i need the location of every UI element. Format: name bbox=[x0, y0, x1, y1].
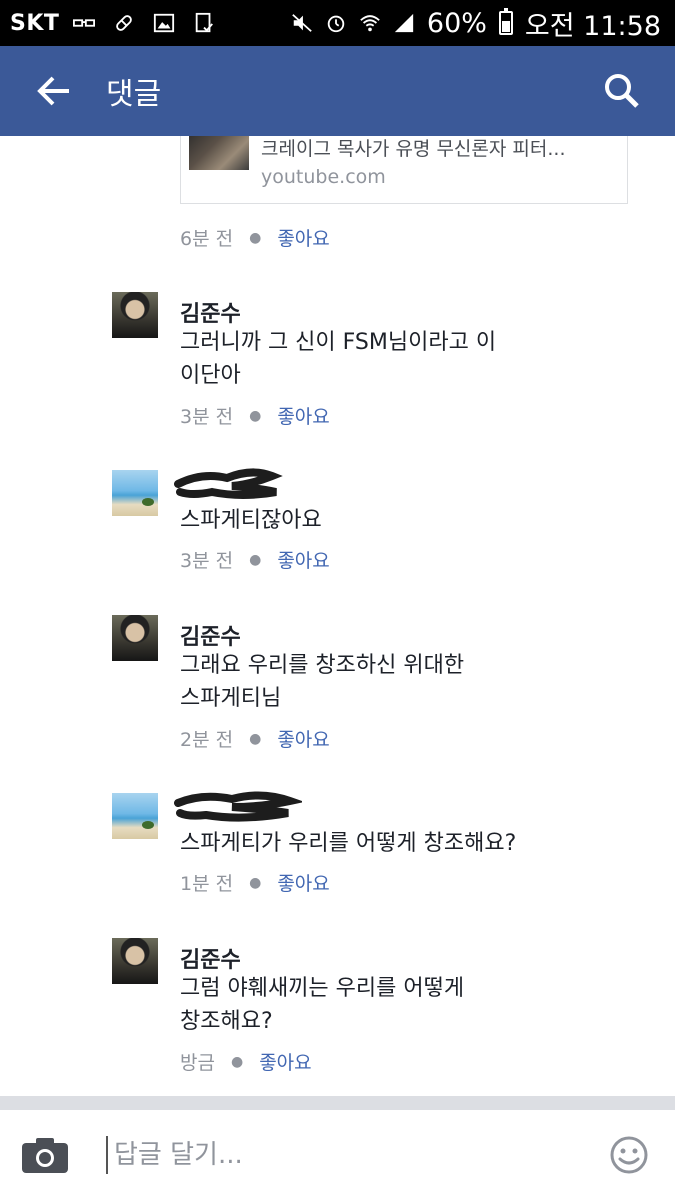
comment-text-line: 스파게티님 bbox=[180, 686, 282, 711]
status-bar: SKT 60% 오전 11:58 bbox=[0, 0, 675, 46]
comment-text: 그럼 야훼새끼는 우리를 어떻게 창조해요? bbox=[180, 972, 620, 1038]
like-button[interactable]: 좋아요 bbox=[277, 869, 329, 896]
alarm-icon bbox=[327, 15, 345, 33]
glasses-icon bbox=[73, 19, 96, 27]
comment-text: 그래요 우리를 창조하신 위대한 스파게티님 bbox=[180, 649, 620, 715]
separator-dot: ● bbox=[249, 407, 262, 424]
app-header: 댓글 bbox=[0, 46, 675, 136]
link-preview-card[interactable]: 크레이그 목사가 유명 무신론자 피터... youtube.com bbox=[180, 136, 628, 204]
smiley-icon[interactable] bbox=[609, 1135, 649, 1175]
comment-text-line: 그럼 야훼새끼는 우리를 어떻게 bbox=[180, 976, 465, 1001]
battery-icon bbox=[498, 8, 513, 35]
like-button[interactable]: 좋아요 bbox=[277, 402, 329, 429]
comment-text: 스파게티잖아요 bbox=[180, 508, 322, 533]
pill-icon bbox=[116, 15, 133, 31]
clock: 오전 11:58 bbox=[524, 10, 661, 42]
comment-meta: 방금 ● 좋아요 bbox=[180, 1048, 312, 1075]
avatar[interactable] bbox=[112, 470, 158, 516]
comment-time: 3분 전 bbox=[180, 406, 234, 428]
comment-time: 6분 전 bbox=[180, 228, 234, 250]
search-icon bbox=[605, 74, 639, 108]
reply-input[interactable] bbox=[106, 1136, 536, 1174]
arrow-left-icon bbox=[37, 76, 69, 106]
like-button[interactable]: 좋아요 bbox=[277, 546, 329, 573]
comment-meta: 2분 전 ● 좋아요 bbox=[180, 725, 330, 752]
separator-dot: ● bbox=[230, 1053, 244, 1070]
redacted-name-scribble bbox=[174, 791, 302, 822]
comment-text: 그러니까 그 신이 FSM님이라고 이 이단아 bbox=[180, 326, 620, 392]
avatar[interactable] bbox=[112, 615, 158, 661]
reply-divider bbox=[0, 1096, 675, 1110]
like-button[interactable]: 좋아요 bbox=[259, 1048, 311, 1075]
comment-author[interactable]: 김준수 bbox=[180, 942, 241, 974]
carrier-label: SKT bbox=[10, 10, 60, 36]
separator-dot: ● bbox=[249, 229, 262, 246]
comment-author[interactable]: 김준수 bbox=[180, 619, 241, 651]
comment-time: 1분 전 bbox=[180, 873, 234, 895]
comment-text-line: 그러니까 그 신이 FSM님이라고 이 bbox=[180, 330, 497, 355]
like-button[interactable]: 좋아요 bbox=[277, 725, 329, 752]
search-button[interactable] bbox=[597, 66, 647, 116]
page-title: 댓글 bbox=[106, 77, 162, 112]
comments-list: 크레이그 목사가 유명 무신론자 피터... youtube.com 6분 전 … bbox=[0, 136, 675, 1096]
avatar[interactable] bbox=[112, 938, 158, 984]
like-button[interactable]: 좋아요 bbox=[277, 224, 329, 251]
image-icon bbox=[154, 13, 175, 33]
redacted-name-scribble bbox=[174, 468, 283, 499]
wifi-icon bbox=[360, 15, 380, 32]
comment-meta: 1분 전 ● 좋아요 bbox=[180, 869, 330, 896]
link-title: 크레이그 목사가 유명 무신론자 피터... bbox=[261, 138, 566, 160]
clipboard-check-icon bbox=[196, 12, 214, 33]
link-domain: youtube.com bbox=[261, 166, 386, 188]
camera-icon[interactable] bbox=[20, 1135, 70, 1175]
avatar[interactable] bbox=[112, 292, 158, 338]
separator-dot: ● bbox=[249, 730, 262, 747]
separator-dot: ● bbox=[249, 874, 262, 891]
comment-text: 스파게티가 우리를 어떻게 창조해요? bbox=[180, 831, 517, 856]
mute-icon bbox=[292, 14, 312, 32]
separator-dot: ● bbox=[249, 551, 262, 568]
comment-author[interactable]: 김준수 bbox=[180, 296, 241, 328]
comment-text-line: 창조해요? bbox=[180, 1009, 273, 1034]
comment-text-line: 그래요 우리를 창조하신 위대한 bbox=[180, 653, 465, 678]
comment-text-line: 이단아 bbox=[180, 363, 241, 388]
video-thumbnail bbox=[189, 136, 249, 170]
comment-time: 2분 전 bbox=[180, 729, 234, 751]
back-button[interactable] bbox=[24, 61, 84, 121]
battery-percentage: 60% bbox=[426, 7, 487, 39]
comment-time: 3분 전 bbox=[180, 550, 234, 572]
comment-time: 방금 bbox=[180, 1052, 215, 1074]
avatar[interactable] bbox=[112, 793, 158, 839]
comment-meta: 3분 전 ● 좋아요 bbox=[180, 546, 330, 573]
signal-icon bbox=[394, 13, 414, 33]
reply-bar bbox=[0, 1110, 675, 1200]
comment-meta: 6분 전 ● 좋아요 bbox=[180, 224, 330, 251]
comment-meta: 3분 전 ● 좋아요 bbox=[180, 402, 330, 429]
